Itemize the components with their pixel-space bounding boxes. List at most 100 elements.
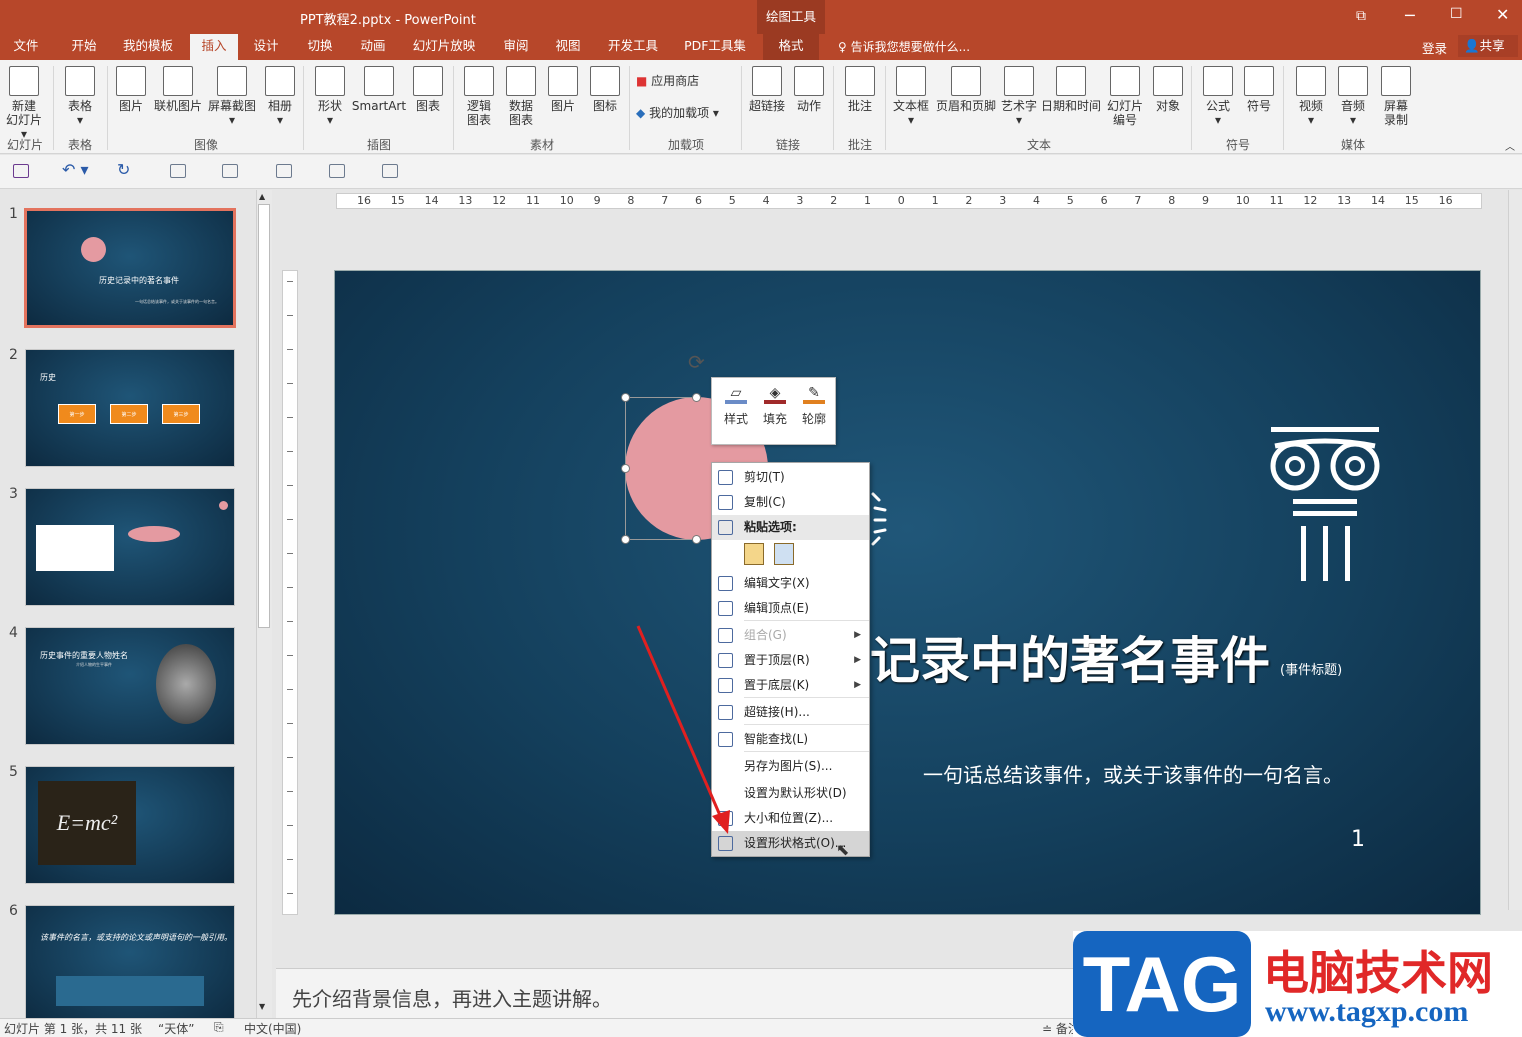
scissors-icon [718, 470, 733, 485]
scroll-down-icon[interactable]: ▼ [259, 1002, 265, 1011]
present-icon[interactable] [276, 164, 292, 178]
tab-2[interactable]: 我的模板 [118, 34, 178, 60]
ribbon-button-14[interactable]: 动作 [790, 64, 828, 113]
ribbon-button-7[interactable]: SmartArt [350, 64, 408, 113]
app-store-button[interactable]: ■ 应用商店 [636, 72, 699, 89]
thumb-callout [128, 526, 180, 542]
slide-thumbnail-2[interactable]: 历史 第一步 第二步 第三步 [25, 349, 235, 467]
tab-8[interactable]: 审阅 [496, 34, 536, 60]
ribbon-button-icon [794, 66, 824, 96]
rotate-handle-icon[interactable]: ⟳ [688, 350, 705, 374]
notes-text[interactable]: 先介绍背景信息，再进入主题讲解。 [292, 983, 612, 1012]
ribbon-button-4[interactable]: 屏幕截图 ▾ [206, 64, 258, 127]
resize-handle[interactable] [621, 393, 630, 402]
ribbon-button-6[interactable]: 形状 ▾ [312, 64, 348, 127]
menu-item-1[interactable]: 复制(C) [712, 490, 869, 515]
ribbon-button-2[interactable]: 图片 [112, 64, 150, 113]
slide-thumbnail-3[interactable] [25, 488, 235, 606]
ribbon-button-12[interactable]: 图标 [586, 64, 624, 113]
ribbon-button-18[interactable]: 艺术字 ▾ [998, 64, 1040, 127]
thumb-number: 6 [9, 903, 18, 919]
zoom-icon[interactable] [382, 164, 398, 178]
spellcheck-icon[interactable]: ⎘ [214, 1020, 224, 1035]
share-button[interactable]: 👤共享 [1458, 35, 1518, 57]
ribbon-button-icon [845, 66, 875, 96]
ribbon-button-19[interactable]: 日期和时间 [1040, 64, 1102, 113]
ribbon-button-1[interactable]: 表格 ▾ [60, 64, 100, 127]
tab-12[interactable]: 格式 [763, 34, 819, 60]
menu-item-0[interactable]: 剪切(T) [712, 465, 869, 490]
mini-fill-button[interactable]: ◈ 填充 [757, 382, 793, 427]
ribbon-button-label: 新建 幻灯片 ▾ [5, 99, 42, 141]
redo-icon[interactable]: ↻ [117, 160, 130, 179]
thumbnail-scrollbar[interactable]: ▲ ▼ [256, 190, 272, 1018]
tab-0[interactable]: 文件 [8, 34, 44, 60]
ribbon-button-22[interactable]: 公式 ▾ [1200, 64, 1236, 127]
slide-subtitle[interactable]: 一句话总结该事件，或关于该事件的一句名言。 [923, 759, 1343, 788]
save-icon[interactable] [13, 164, 29, 178]
mini-label: 样式 [723, 412, 748, 426]
tab-10[interactable]: 开发工具 [601, 34, 665, 60]
maximize-button[interactable]: ☐ [1450, 6, 1463, 22]
slide-thumbnail-6[interactable]: 该事件的名言，或支持的论文或声明语句的一般引用。 [25, 905, 235, 1023]
resize-handle[interactable] [692, 535, 701, 544]
tab-4[interactable]: 设计 [246, 34, 286, 60]
login-link[interactable]: 登录 [1422, 38, 1447, 57]
undo-icon[interactable]: ↶ ▾ [62, 160, 89, 179]
ribbon-button-11[interactable]: 图片 [544, 64, 582, 113]
ribbon-button-26[interactable]: 屏幕 录制 [1376, 64, 1416, 127]
paste-picture-icon[interactable] [774, 543, 794, 565]
paste-keep-format-icon[interactable] [744, 543, 764, 565]
ribbon-button-25[interactable]: 音频 ▾ [1334, 64, 1372, 127]
ribbon-button-23[interactable]: 符号 [1240, 64, 1278, 113]
minimize-button[interactable]: ─ [1405, 6, 1415, 25]
ruler-tick [287, 281, 293, 282]
ribbon-button-3[interactable]: 联机图片 [152, 64, 204, 113]
ribbon-button-5[interactable]: 相册 ▾ [260, 64, 300, 127]
scroll-thumb[interactable] [258, 204, 270, 628]
scroll-up-icon[interactable]: ▲ [259, 192, 265, 201]
ribbon-button-15[interactable]: 批注 [840, 64, 880, 113]
mini-style-button[interactable]: ▱ 样式 [718, 382, 754, 427]
tab-9[interactable]: 视图 [548, 34, 588, 60]
notes-pane[interactable]: 先介绍背景信息，再进入主题讲解。 [276, 968, 1076, 1018]
tab-3[interactable]: 插入 [190, 34, 238, 60]
slide-thumbnail-4[interactable]: 历史事件的重要人物姓名 介绍人物的生平事件 [25, 627, 235, 745]
tab-6[interactable]: 动画 [353, 34, 393, 60]
language[interactable]: 中文(中国) [244, 1020, 301, 1037]
ribbon-button-20[interactable]: 幻灯片 编号 [1104, 64, 1146, 127]
ribbon-button-label: SmartArt [351, 99, 407, 113]
ribbon-button-10[interactable]: 数据 图表 [502, 64, 540, 127]
ribbon-button-0[interactable]: 新建 幻灯片 ▾ [2, 64, 46, 141]
canvas-scrollbar[interactable] [1508, 190, 1522, 910]
tab-1[interactable]: 开始 [62, 34, 106, 60]
layout-icon[interactable] [222, 164, 238, 178]
ribbon-button-17[interactable]: 页眉和页脚 [934, 64, 998, 113]
ribbon-button-24[interactable]: 视频 ▾ [1292, 64, 1330, 127]
tab-7[interactable]: 幻灯片放映 [405, 34, 483, 60]
resize-handle[interactable] [621, 535, 630, 544]
menu-item-4[interactable]: 编辑顶点(E) [712, 596, 869, 621]
slide-title[interactable]: 记录中的著名事件 [870, 621, 1270, 693]
tab-11[interactable]: PDF工具集 [679, 34, 751, 60]
my-addins-button[interactable]: ◆ 我的加载项 ▾ [636, 104, 719, 121]
ribbon-display-icon[interactable]: ⧉ [1356, 8, 1366, 24]
menu-item-3[interactable]: 编辑文字(X) [712, 571, 869, 596]
ribbon-button-21[interactable]: 对象 [1148, 64, 1188, 113]
tab-5[interactable]: 切换 [300, 34, 340, 60]
ribbon-button-8[interactable]: 图表 [410, 64, 446, 113]
collapse-ribbon-icon[interactable]: ︿ [1505, 138, 1515, 153]
ribbon-button-9[interactable]: 逻辑 图表 [460, 64, 498, 127]
ribbon-button-icon [1203, 66, 1233, 96]
resize-handle[interactable] [692, 393, 701, 402]
slide-thumbnail-5[interactable]: 此处照片的标题E=mc² [25, 766, 235, 884]
tell-me-box[interactable]: ♀ 告诉我您想要做什么... [838, 38, 970, 55]
mini-outline-button[interactable]: ✎ 轮廓 [796, 382, 832, 427]
slide-thumbnail-1[interactable]: 历史记录中的著名事件 一句话总结该事件，或关于该事件的一句名言。 [24, 208, 236, 328]
resize-handle[interactable] [621, 464, 630, 473]
close-button[interactable]: ✕ [1496, 5, 1509, 24]
ribbon-button-16[interactable]: 文本框 ▾ [890, 64, 932, 127]
slideshow-icon[interactable] [329, 164, 345, 178]
ribbon-button-13[interactable]: 超链接 [746, 64, 788, 113]
new-slide-icon[interactable] [170, 164, 186, 178]
